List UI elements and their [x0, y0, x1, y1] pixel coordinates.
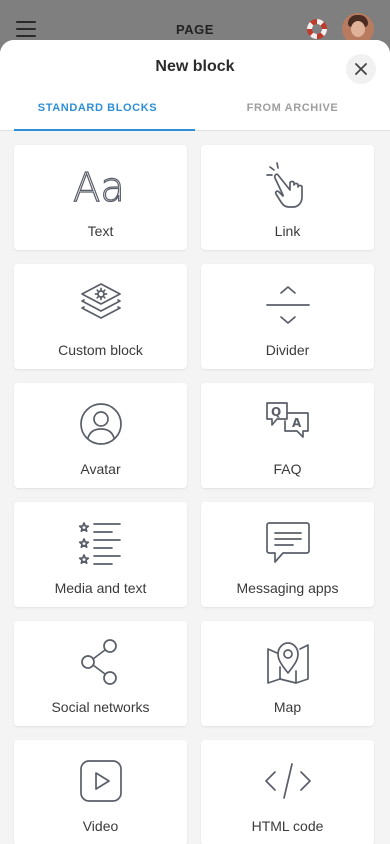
block-label: Map: [273, 699, 302, 715]
block-label: Social networks: [51, 699, 150, 715]
close-icon: [355, 63, 367, 75]
page-title: PAGE: [176, 22, 214, 37]
block-card-html-code[interactable]: HTML code: [201, 740, 374, 844]
block-grid: Aa Text Link Custom block Divider Avatar…: [14, 145, 376, 844]
block-card-messaging-apps[interactable]: Messaging apps: [201, 502, 374, 607]
user-circle-icon: [79, 403, 122, 445]
code-icon: [264, 763, 311, 799]
tab-from-archive[interactable]: FROM ARCHIVE: [195, 96, 390, 130]
block-card-custom-block[interactable]: Custom block: [14, 264, 187, 369]
block-card-divider[interactable]: Divider: [201, 264, 374, 369]
tab-bar: STANDARD BLOCKS FROM ARCHIVE: [0, 96, 390, 131]
close-button[interactable]: [346, 54, 376, 84]
block-card-faq[interactable]: Q A FAQ: [201, 383, 374, 488]
sheet-header: New block: [0, 40, 390, 96]
text-icon: Aa: [72, 164, 125, 211]
block-label: Text: [87, 223, 114, 239]
block-card-media-and-text[interactable]: Media and text: [14, 502, 187, 607]
svg-text:Q: Q: [271, 405, 281, 419]
sheet-title: New block: [155, 58, 235, 75]
map-pin-icon: [266, 642, 309, 684]
new-block-sheet: New block STANDARD BLOCKS FROM ARCHIVE A…: [0, 40, 390, 844]
block-label: FAQ: [273, 461, 302, 477]
pointing-hand-icon: [265, 162, 303, 208]
svg-text:Aa: Aa: [73, 165, 125, 211]
block-label: HTML code: [251, 818, 324, 834]
play-icon: [79, 760, 122, 802]
block-label: Divider: [265, 342, 310, 358]
tab-standard-blocks[interactable]: STANDARD BLOCKS: [0, 96, 195, 131]
block-card-map[interactable]: Map: [201, 621, 374, 726]
block-label: Messaging apps: [236, 580, 339, 596]
chat-bubble-icon: [265, 522, 310, 563]
block-card-social-networks[interactable]: Social networks: [14, 621, 187, 726]
qa-bubbles-icon: Q A: [265, 402, 309, 438]
block-label: Custom block: [58, 342, 143, 358]
block-label: Link: [274, 223, 301, 239]
divider-icon: [265, 286, 310, 324]
block-label: Video: [82, 818, 119, 834]
block-label: Avatar: [80, 461, 121, 477]
block-card-video[interactable]: Video: [14, 740, 187, 844]
layers-gear-icon: [80, 283, 121, 319]
svg-text:A: A: [292, 416, 302, 430]
star-list-icon: [78, 522, 121, 565]
block-label: Media and text: [54, 580, 147, 596]
share-icon: [80, 639, 117, 685]
block-card-link[interactable]: Link: [201, 145, 374, 250]
block-card-text[interactable]: Aa Text: [14, 145, 187, 250]
block-card-avatar[interactable]: Avatar: [14, 383, 187, 488]
